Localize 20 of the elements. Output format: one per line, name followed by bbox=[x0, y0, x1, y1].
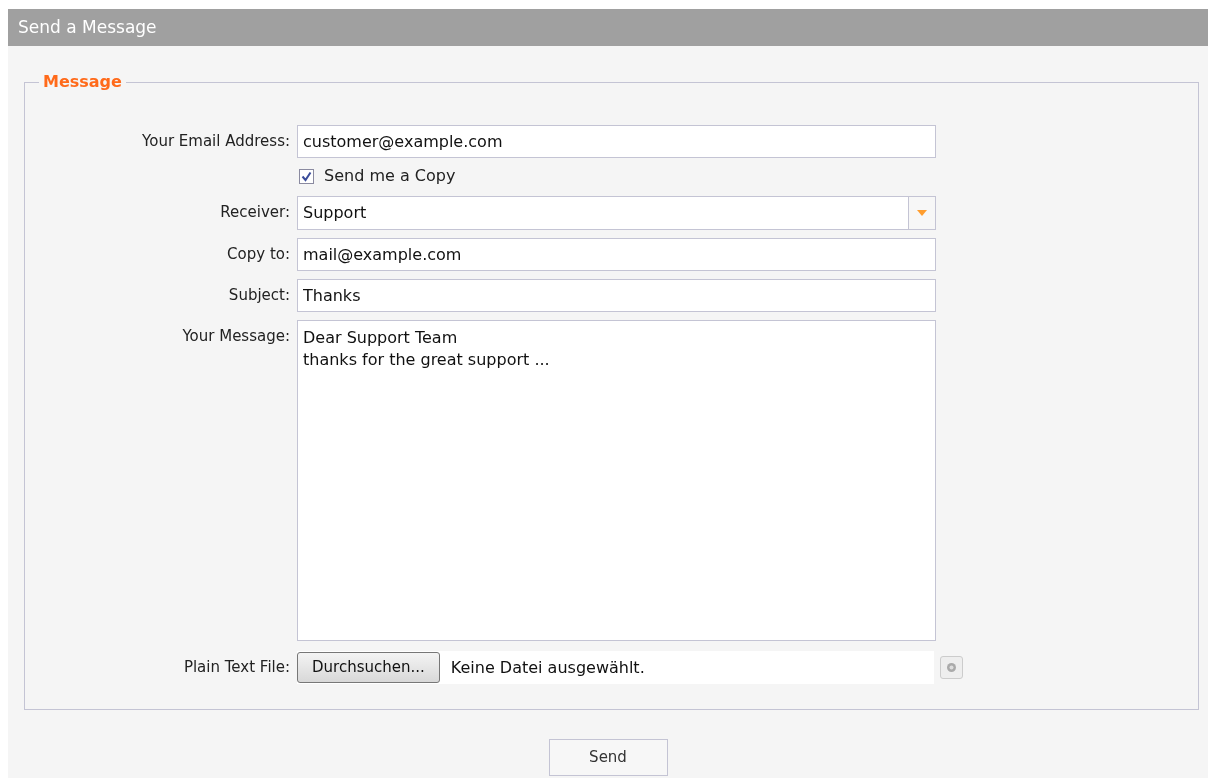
caret-icon bbox=[917, 210, 927, 216]
input-field[interactable]: mail@example.com bbox=[297, 238, 936, 271]
checkbox-label: Send me a Copy bbox=[324, 165, 456, 187]
gear-icon bbox=[946, 662, 957, 673]
file-status: Keine Datei ausgewählt. bbox=[450, 656, 645, 679]
browse-button[interactable]: Durchsuchen... bbox=[297, 652, 440, 683]
fieldset-legend: Message bbox=[39, 73, 126, 91]
field-label: Your Email Address: bbox=[142, 132, 290, 150]
send-button[interactable]: Send bbox=[548, 739, 668, 776]
field-label: Subject: bbox=[228, 286, 290, 304]
message-field[interactable]: Dear Support Team thanks for the great support ... bbox=[297, 320, 936, 641]
field-label: Receiver: bbox=[220, 203, 290, 221]
input-field[interactable]: Thanks bbox=[297, 279, 936, 312]
field-label: Your Message: bbox=[182, 327, 290, 345]
field-label: Copy to: bbox=[227, 245, 290, 263]
field-label: Plain Text File: bbox=[183, 658, 290, 677]
checkbox[interactable] bbox=[299, 168, 314, 184]
input-field[interactable]: customer@example.com bbox=[297, 125, 936, 158]
window-title: Send a Message bbox=[18, 15, 157, 39]
dropdown[interactable]: Support bbox=[297, 196, 936, 230]
